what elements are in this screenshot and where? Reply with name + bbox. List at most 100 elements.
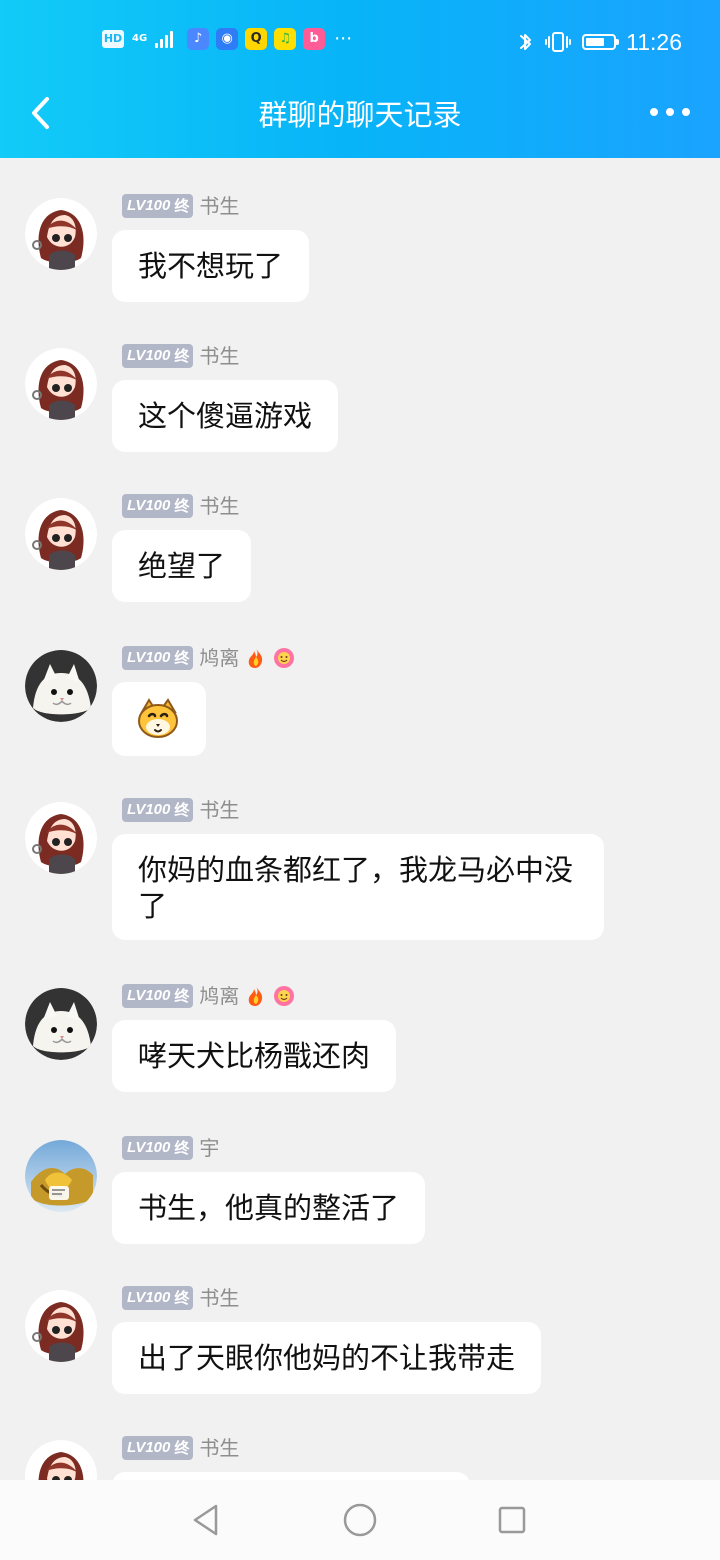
message-meta: LV100 终 鸠离: [122, 984, 295, 1008]
level-badge: LV100 终: [122, 344, 194, 368]
anime-girl-avatar-icon[interactable]: [25, 498, 97, 570]
level-label: LV100: [127, 1289, 171, 1306]
level-label: LV100: [127, 197, 171, 214]
chat-message: LV100 终 书生 我不想玩了: [0, 194, 720, 309]
message-meta: LV100 终 书生: [122, 494, 239, 518]
sender-name[interactable]: 书生: [199, 194, 239, 218]
message-bubble[interactable]: 出了天眼你他妈的不让我带走: [112, 1322, 542, 1394]
sender-name[interactable]: 鸠离: [199, 646, 239, 670]
qq-music-app-icon: ♫: [274, 28, 297, 50]
message-bubble[interactable]: [112, 1472, 470, 1480]
level-label: LV100: [127, 801, 171, 818]
more-options-button[interactable]: [650, 103, 690, 121]
message-bubble[interactable]: 这个傻逼游戏: [112, 380, 339, 452]
anime-girl-avatar-icon[interactable]: [25, 802, 97, 874]
chat-message: LV100 终 书生 绝望了: [0, 494, 720, 609]
qq-browser-app-icon: Q: [245, 28, 268, 50]
white-cat-avatar-icon[interactable]: [25, 650, 97, 722]
sender-name[interactable]: 书生: [199, 1436, 239, 1460]
chat-message: LV100 终 书生 出了天眼你他妈的不让我带走: [0, 1286, 720, 1402]
music-app-icon: ♪: [187, 28, 210, 50]
fire-medal-icon: [249, 986, 263, 1006]
rank-mark: 终: [174, 347, 190, 365]
chat-message: LV100 终 书生: [0, 1436, 720, 1480]
level-badge: LV100 终: [122, 194, 194, 218]
message-meta: LV100 终 书生: [122, 194, 239, 218]
yellow-dog-emoji-icon[interactable]: [132, 696, 184, 740]
bluetooth-icon: [520, 34, 532, 50]
rank-mark: 终: [174, 497, 190, 515]
network-type-label: 4G: [132, 33, 148, 44]
message-meta: LV100 终 书生: [122, 344, 239, 368]
anime-girl-avatar-icon[interactable]: [25, 1440, 97, 1480]
more-options-icon[interactable]: [682, 108, 690, 116]
message-bubble[interactable]: 绝望了: [112, 530, 252, 602]
nav-home-button[interactable]: [340, 1500, 380, 1540]
status-bar-right: 11:26: [518, 28, 682, 56]
more-options-icon[interactable]: [650, 108, 658, 116]
more-options-icon[interactable]: [666, 108, 674, 116]
chat-message: LV100 终 书生 这个傻逼游戏: [0, 344, 720, 459]
status-bar-left: HD 4G ♪ ◉ Q ♫ b ⋯: [102, 28, 353, 50]
message-bubble[interactable]: [112, 682, 206, 756]
browser-app-icon: ◉: [216, 28, 239, 50]
sender-name[interactable]: 书生: [199, 344, 239, 368]
level-label: LV100: [127, 497, 171, 514]
message-bubble[interactable]: 你妈的血条都红了，我龙马必中没了: [112, 834, 604, 940]
chat-header: HD 4G ♪ ◉ Q ♫ b ⋯ 11:26 群聊的聊天记录: [0, 0, 720, 158]
sender-name[interactable]: 鸠离: [199, 984, 239, 1008]
chat-message: LV100 终 宇 书生，他真的整活了: [0, 1136, 720, 1252]
rank-mark: 终: [174, 1139, 190, 1157]
pink-flower-medal-icon: [274, 648, 295, 668]
gold-figure-avatar-icon[interactable]: [25, 1140, 97, 1212]
bilibili-app-icon: b: [303, 28, 326, 50]
message-meta: LV100 终 书生: [122, 1436, 239, 1460]
rank-mark: 终: [174, 1289, 190, 1307]
pink-flower-medal-icon: [274, 986, 295, 1006]
message-bubble[interactable]: 书生，他真的整活了: [112, 1172, 426, 1244]
sender-name[interactable]: 书生: [199, 494, 239, 518]
fire-medal-icon: [249, 648, 263, 668]
notification-more-icon: ⋯: [334, 28, 354, 49]
status-app-icons: ♪ ◉ Q ♫ b ⋯: [187, 28, 353, 50]
message-meta: LV100 终 宇: [122, 1136, 219, 1160]
nav-recent-button[interactable]: [492, 1500, 532, 1540]
chat-message-list[interactable]: LV100 终 书生 我不想玩了 LV100 终 书生 这个傻逼游戏 LV100…: [0, 158, 720, 1480]
anime-girl-avatar-icon[interactable]: [25, 198, 97, 270]
nav-back-button[interactable]: [186, 1500, 226, 1540]
anime-girl-avatar-icon[interactable]: [25, 1290, 97, 1362]
chat-message: LV100 终 鸠离 哮天犬比杨戬还肉: [0, 984, 720, 1100]
level-badge: LV100 终: [122, 798, 194, 822]
level-badge: LV100 终: [122, 1286, 194, 1310]
circle-home-icon[interactable]: [341, 1501, 379, 1539]
white-cat-avatar-icon[interactable]: [25, 988, 97, 1060]
message-meta: LV100 终 鸠离: [122, 646, 295, 670]
chat-message: LV100 终 鸠离: [0, 646, 720, 762]
anime-girl-avatar-icon[interactable]: [25, 348, 97, 420]
chat-message: LV100 终 书生 你妈的血条都红了，我龙马必中没了: [0, 798, 720, 948]
system-navigation-bar: [0, 1480, 720, 1560]
message-bubble[interactable]: 哮天犬比杨戬还肉: [112, 1020, 397, 1092]
sender-name[interactable]: 书生: [199, 1286, 239, 1310]
message-bubble[interactable]: 我不想玩了: [112, 230, 310, 302]
vibrate-icon: [545, 32, 572, 52]
square-recent-icon[interactable]: [495, 1503, 529, 1537]
rank-mark: 终: [174, 197, 190, 215]
hd-badge: HD: [102, 30, 124, 48]
level-label: LV100: [127, 649, 171, 666]
battery-icon: [582, 34, 620, 50]
level-badge: LV100 终: [122, 1136, 194, 1160]
level-badge: LV100 终: [122, 984, 194, 1008]
page-title: 群聊的聊天记录: [258, 98, 462, 132]
status-time: 11:26: [626, 29, 682, 55]
triangle-back-icon[interactable]: [189, 1502, 223, 1538]
sender-name[interactable]: 书生: [199, 798, 239, 822]
battery-level-fill: [586, 38, 605, 46]
rank-mark: 终: [174, 1439, 190, 1457]
sender-name[interactable]: 宇: [199, 1136, 219, 1160]
rank-mark: 终: [174, 649, 190, 667]
rank-mark: 终: [174, 801, 190, 819]
level-badge: LV100 终: [122, 646, 194, 670]
message-meta: LV100 终 书生: [122, 1286, 239, 1310]
message-meta: LV100 终 书生: [122, 798, 239, 822]
